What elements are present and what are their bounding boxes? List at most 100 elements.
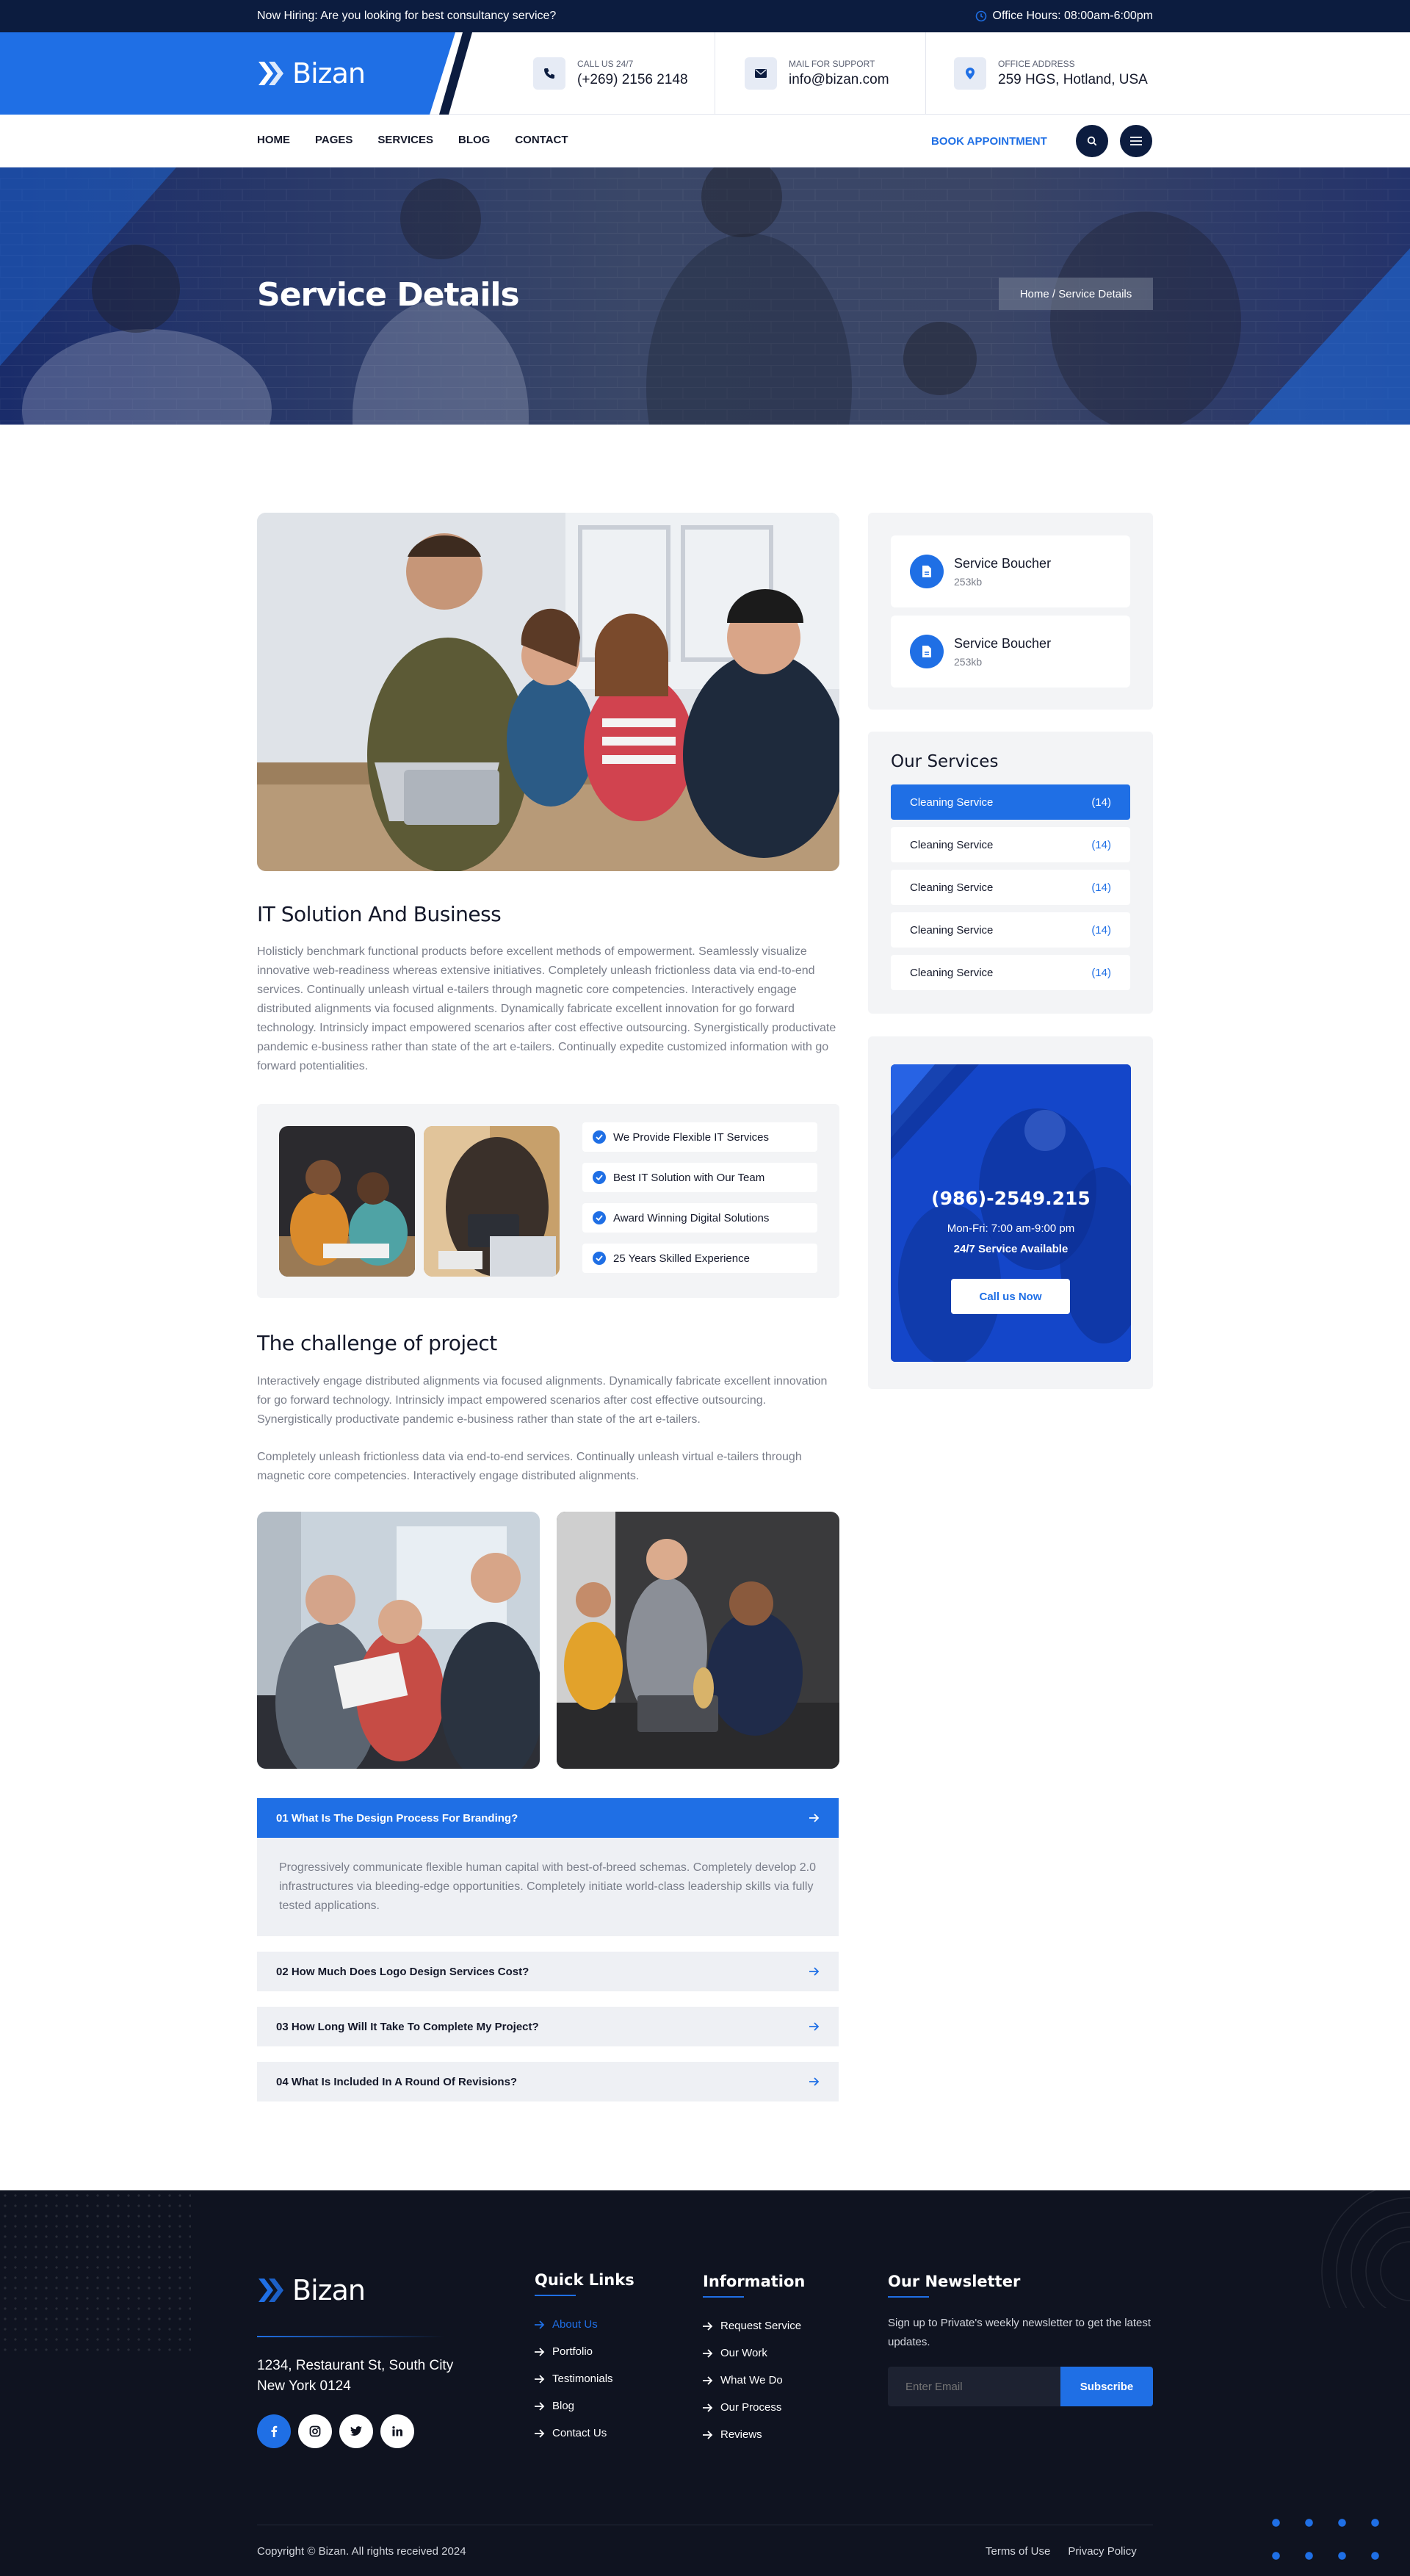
email-input[interactable] [888,2367,1060,2406]
call-label: CALL US 24/7 [577,59,634,69]
footer-link-contact[interactable]: Contact Us [535,2420,634,2447]
arrow-right-icon [809,1814,820,1822]
service-item[interactable]: Cleaning Service (14) [891,870,1130,905]
project-image-1 [257,1512,540,1769]
section-paragraph: Holisticly benchmark functional products… [257,945,836,1072]
footer-link-blog[interactable]: Blog [535,2392,634,2420]
service-item[interactable]: Cleaning Service (14) [891,784,1130,820]
service-item[interactable]: Cleaning Service (14) [891,912,1130,948]
footer: Bizan 1234, Restaurant St, South City Ne… [0,2190,1410,2576]
footer-link-request-service[interactable]: Request Service [703,2312,805,2339]
challenge-title: The challenge of project [257,1331,497,1355]
privacy-link[interactable]: Privacy Policy [1068,2545,1136,2558]
banner-image [0,167,1410,425]
arrow-right-icon [535,2320,545,2329]
office-hours: Office Hours: 08:00am-6:00pm [975,10,1153,23]
cta-card: (986)-2549.215 Mon-Fri: 7:00 am-9:00 pm … [868,1036,1153,1389]
footer-logo[interactable]: Bizan [257,2274,366,2306]
service-name: Cleaning Service [910,923,994,937]
call-info[interactable]: CALL US 24/7 (+269) 2156 2148 [533,57,688,90]
address-line-1: 1234, Restaurant St, South City [257,2358,454,2373]
newsletter-column: Our Newsletter Sign up to Private's week… [888,2273,1153,2406]
facebook-icon [270,2425,278,2437]
terms-link[interactable]: Terms of Use [986,2545,1050,2558]
services-list: Cleaning Service (14) Cleaning Service (14… [891,784,1130,990]
twitter-link[interactable] [339,2414,373,2448]
arrow-right-icon [809,2077,820,2086]
download-item[interactable]: Service Boucher 253kb [891,616,1130,688]
book-appointment-link[interactable]: BOOK APPOINTMENT [931,135,1047,148]
logo-icon [257,2277,286,2303]
feature-image-1 [279,1126,415,1277]
feature-text: We Provide Flexible IT Services [613,1130,770,1144]
hiring-text: Now Hiring: Are you looking for best con… [257,10,557,22]
subscribe-button[interactable]: Subscribe [1060,2367,1153,2406]
download-item[interactable]: Service Boucher 253kb [891,535,1130,607]
office-hours-text: Office Hours: 08:00am-6:00pm [992,10,1153,22]
footer-link-reviews[interactable]: Reviews [703,2421,805,2448]
footer-arc-decoration [1263,2190,1410,2308]
service-item[interactable]: Cleaning Service (14) [891,827,1130,862]
nav-items: HOME PAGES SERVICES BLOG CONTACT [257,134,568,146]
heading-underline [703,2296,744,2298]
footer-link-our-process[interactable]: Our Process [703,2394,805,2421]
footer-divider [257,2336,444,2337]
facebook-link[interactable] [257,2414,291,2448]
quick-links-column: Quick Links About Us Portfolio Testimoni… [535,2271,634,2447]
footer-link-testimonials[interactable]: Testimonials [535,2365,634,2392]
nav-blog[interactable]: BLOG [458,134,490,146]
linkedin-link[interactable] [380,2414,414,2448]
service-item[interactable]: Cleaning Service (14) [891,955,1130,990]
arrow-right-icon [535,2401,545,2411]
footer-link-what-we-do[interactable]: What We Do [703,2367,805,2394]
faq-question: 02 How Much Does Logo Design Services Co… [276,1965,529,1978]
mail-icon [745,57,777,90]
information-title: Information [703,2273,806,2290]
arrow-right-icon [703,2321,713,2331]
instagram-icon [309,2425,321,2437]
footer-dot-pattern [0,2190,191,2352]
mail-info[interactable]: MAIL FOR SUPPORT info@bizan.com [745,57,889,90]
address-label: OFFICE ADDRESS [998,59,1075,69]
information-list: Request Service Our Work What We Do Our … [703,2312,805,2448]
feature-image-2 [424,1126,560,1277]
logo-text: Bizan [292,2274,366,2306]
nav-services[interactable]: SERVICES [377,134,433,146]
link-label: Our Process [720,2401,782,2414]
cta-phone[interactable]: (986)-2549.215 [891,1188,1131,1209]
faq-item-2[interactable]: 02 How Much Does Logo Design Services Co… [257,1952,839,1991]
nav-home[interactable]: HOME [257,134,290,146]
newsletter-text: Sign up to Private's weekly newsletter t… [888,2317,1152,2348]
feature-text: Best IT Solution with Our Team [613,1171,765,1184]
mail-label: MAIL FOR SUPPORT [789,59,875,69]
link-label: Contact Us [552,2427,607,2439]
arrow-right-icon [809,1967,820,1976]
link-label: About Us [552,2318,598,2331]
check-icon [593,1130,606,1144]
faq-item-3[interactable]: 03 How Long Will It Take To Complete My … [257,2007,839,2046]
service-name: Cleaning Service [910,838,994,851]
faq-question: 03 How Long Will It Take To Complete My … [276,2020,539,2033]
link-label: Our Work [720,2347,767,2359]
faq-item-1[interactable]: 01 What Is The Design Process For Brandi… [257,1798,839,1838]
check-icon [593,1211,606,1224]
services-card: Our Services Cleaning Service (14) Cleani… [868,732,1153,1014]
faq-item-4[interactable]: 04 What Is Included In A Round Of Revisi… [257,2062,839,2101]
search-button[interactable] [1076,125,1108,157]
footer-link-our-work[interactable]: Our Work [703,2339,805,2367]
check-icon [593,1171,606,1184]
logo[interactable]: Bizan [257,57,366,90]
quick-links-title: Quick Links [535,2271,634,2289]
menu-button[interactable] [1120,125,1152,157]
arrow-right-icon [535,2374,545,2384]
page-banner: Service Details Home / Service Details [0,167,1410,425]
call-now-button[interactable]: Call us Now [951,1279,1070,1314]
breadcrumb[interactable]: Home / Service Details [999,278,1153,310]
footer-link-about[interactable]: About Us [535,2311,634,2338]
check-icon [593,1252,606,1265]
instagram-link[interactable] [298,2414,332,2448]
nav-contact[interactable]: CONTACT [515,134,568,146]
nav-pages[interactable]: PAGES [315,134,352,146]
location-icon [954,57,986,90]
footer-link-portfolio[interactable]: Portfolio [535,2338,634,2365]
